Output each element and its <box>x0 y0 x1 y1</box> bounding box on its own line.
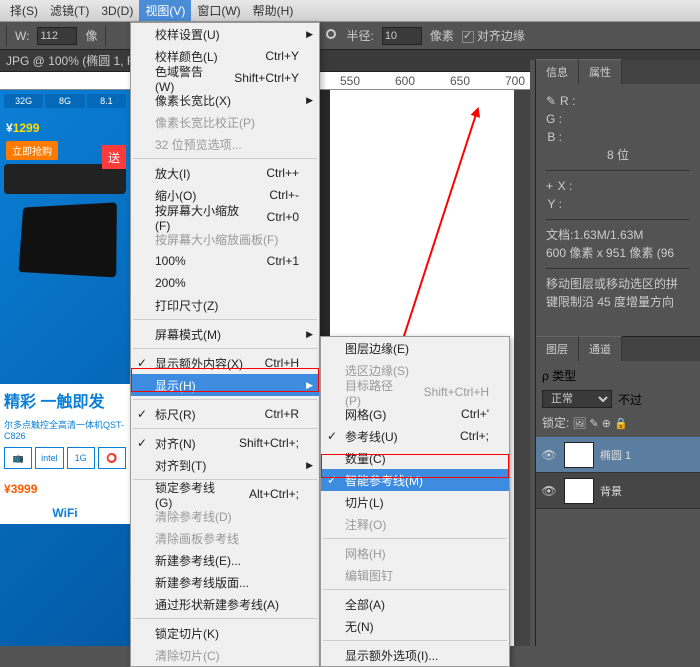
menuitem-新建参考线(E)...[interactable]: 新建参考线(E)... <box>131 549 319 571</box>
menuitem-全部(A)[interactable]: 全部(A) <box>321 593 509 615</box>
snap-checkbox[interactable]: 对齐边缘 <box>462 27 525 44</box>
tab-info[interactable]: 信息 <box>536 59 579 84</box>
layer-name: 椭圆 1 <box>600 447 631 463</box>
layer-filter[interactable]: ρ 类型 <box>542 367 576 384</box>
menuitem-100%[interactable]: 100%Ctrl+1 <box>131 250 319 272</box>
show-submenu: 图层边缘(E)选区边缘(S)目标路径(P)Shift+Ctrl+H网格(G)Ct… <box>320 336 510 667</box>
menuitem-网格(G)[interactable]: 网格(G)Ctrl+' <box>321 403 509 425</box>
menuitem-显示(H)[interactable]: 显示(H)▶ <box>131 374 319 396</box>
layer-name: 背景 <box>600 483 622 499</box>
menuitem-按屏幕大小缩放画板(F): 按屏幕大小缩放画板(F) <box>131 228 319 250</box>
menuitem-清除参考线(D): 清除参考线(D) <box>131 505 319 527</box>
visibility-icon[interactable]: 👁 <box>540 484 558 498</box>
blend-mode[interactable]: 正常 <box>542 390 612 408</box>
menubar: 择(S)滤镜(T)3D(D)视图(V)窗口(W)帮助(H) <box>0 0 700 22</box>
menuitem-色域警告(W)[interactable]: 色域警告(W)Shift+Ctrl+Y <box>131 67 319 89</box>
menuitem-像素长宽比校正(P): 像素长宽比校正(P) <box>131 111 319 133</box>
menuitem-参考线(U)[interactable]: ✓参考线(U)Ctrl+; <box>321 425 509 447</box>
menuitem-切片(L)[interactable]: 切片(L) <box>321 491 509 513</box>
layers-panel: 图层 通道 ρ 类型 正常 不过 锁定: 🖼 ✎ ⊕ 🔒 👁椭圆 1👁背景 <box>536 336 700 646</box>
visibility-icon[interactable]: 👁 <box>540 448 558 462</box>
menu-滤镜(T)[interactable]: 滤镜(T) <box>44 0 95 21</box>
layer-row[interactable]: 👁 背景 <box>536 473 700 509</box>
tab-properties[interactable]: 属性 <box>579 59 622 84</box>
menuitem-目标路径(P): 目标路径(P)Shift+Ctrl+H <box>321 381 509 403</box>
info-panel: ✎ R : G : B : 8 位 + X : Y : 文档:1.63M/1.6… <box>536 84 700 319</box>
radius-label: 半径: <box>346 27 373 44</box>
menuitem-打印尺寸(Z)[interactable]: 打印尺寸(Z) <box>131 294 319 316</box>
menuitem-图层边缘(E)[interactable]: 图层边缘(E) <box>321 337 509 359</box>
menu-择(S)[interactable]: 择(S) <box>4 0 44 21</box>
menuitem-按屏幕大小缩放(F)[interactable]: 按屏幕大小缩放(F)Ctrl+0 <box>131 206 319 228</box>
tab-layers[interactable]: 图层 <box>536 336 579 361</box>
menuitem-32 位预览选项...: 32 位预览选项... <box>131 133 319 155</box>
width-label: W: <box>15 29 29 43</box>
radius-input[interactable] <box>382 27 422 45</box>
menuitem-清除切片(C): 清除切片(C) <box>131 644 319 666</box>
menu-视图(V)[interactable]: 视图(V) <box>139 0 191 21</box>
gear-icon[interactable] <box>324 27 338 44</box>
menuitem-新建参考线版面...[interactable]: 新建参考线版面... <box>131 571 319 593</box>
panels: 信息 属性 ✎ R : G : B : 8 位 + X : Y : 文档:1.6… <box>535 60 700 646</box>
menu-帮助(H)[interactable]: 帮助(H) <box>247 0 300 21</box>
options-bar: W: 像 半径: 像素 对齐边缘 <box>0 22 700 50</box>
menuitem-无(N)[interactable]: 无(N) <box>321 615 509 637</box>
view-menu: 校样设置(U)▶校样颜色(L)Ctrl+Y色域警告(W)Shift+Ctrl+Y… <box>130 22 320 667</box>
layer-row[interactable]: 👁 椭圆 1 <box>536 437 700 473</box>
scrollbar-vertical[interactable] <box>514 90 530 646</box>
menuitem-200%[interactable]: 200% <box>131 272 319 294</box>
menuitem-通过形状新建参考线(A)[interactable]: 通过形状新建参考线(A) <box>131 593 319 615</box>
menuitem-像素长宽比(X)[interactable]: 像素长宽比(X)▶ <box>131 89 319 111</box>
sample-image: 32G8G8.1 ¥1299 立即抢购 送 精彩 一触即发 尔多点触控全高清一体… <box>0 90 130 646</box>
tab-channels[interactable]: 通道 <box>579 336 622 361</box>
menuitem-数量(C)[interactable]: 数量(C) <box>321 447 509 469</box>
menuitem-智能参考线(M)[interactable]: ✓智能参考线(M) <box>321 469 509 491</box>
layer-thumb <box>564 442 594 468</box>
menuitem-显示额外内容(X)[interactable]: ✓显示额外内容(X)Ctrl+H <box>131 352 319 374</box>
menuitem-对齐(N)[interactable]: ✓对齐(N)Shift+Ctrl+; <box>131 432 319 454</box>
menuitem-网格(H): 网格(H) <box>321 542 509 564</box>
menuitem-放大(I)[interactable]: 放大(I)Ctrl++ <box>131 162 319 184</box>
unit: 像 <box>85 27 97 44</box>
menuitem-校样设置(U)[interactable]: 校样设置(U)▶ <box>131 23 319 45</box>
radius-unit: 像素 <box>430 27 454 44</box>
menuitem-锁定切片(K)[interactable]: 锁定切片(K) <box>131 622 319 644</box>
menuitem-屏幕模式(M)[interactable]: 屏幕模式(M)▶ <box>131 323 319 345</box>
menu-窗口(W)[interactable]: 窗口(W) <box>191 0 246 21</box>
menuitem-锁定参考线(G)[interactable]: 锁定参考线(G)Alt+Ctrl+; <box>131 483 319 505</box>
menuitem-注释(O): 注释(O) <box>321 513 509 535</box>
width-input[interactable] <box>37 27 77 45</box>
menu-3D(D)[interactable]: 3D(D) <box>95 2 139 20</box>
menuitem-编辑图钉: 编辑图钉 <box>321 564 509 586</box>
menuitem-对齐到(T)[interactable]: 对齐到(T)▶ <box>131 454 319 476</box>
layer-thumb <box>564 478 594 504</box>
menuitem-清除画板参考线: 清除画板参考线 <box>131 527 319 549</box>
menuitem-显示额外选项(I)...[interactable]: 显示额外选项(I)... <box>321 644 509 666</box>
menuitem-标尺(R)[interactable]: ✓标尺(R)Ctrl+R <box>131 403 319 425</box>
